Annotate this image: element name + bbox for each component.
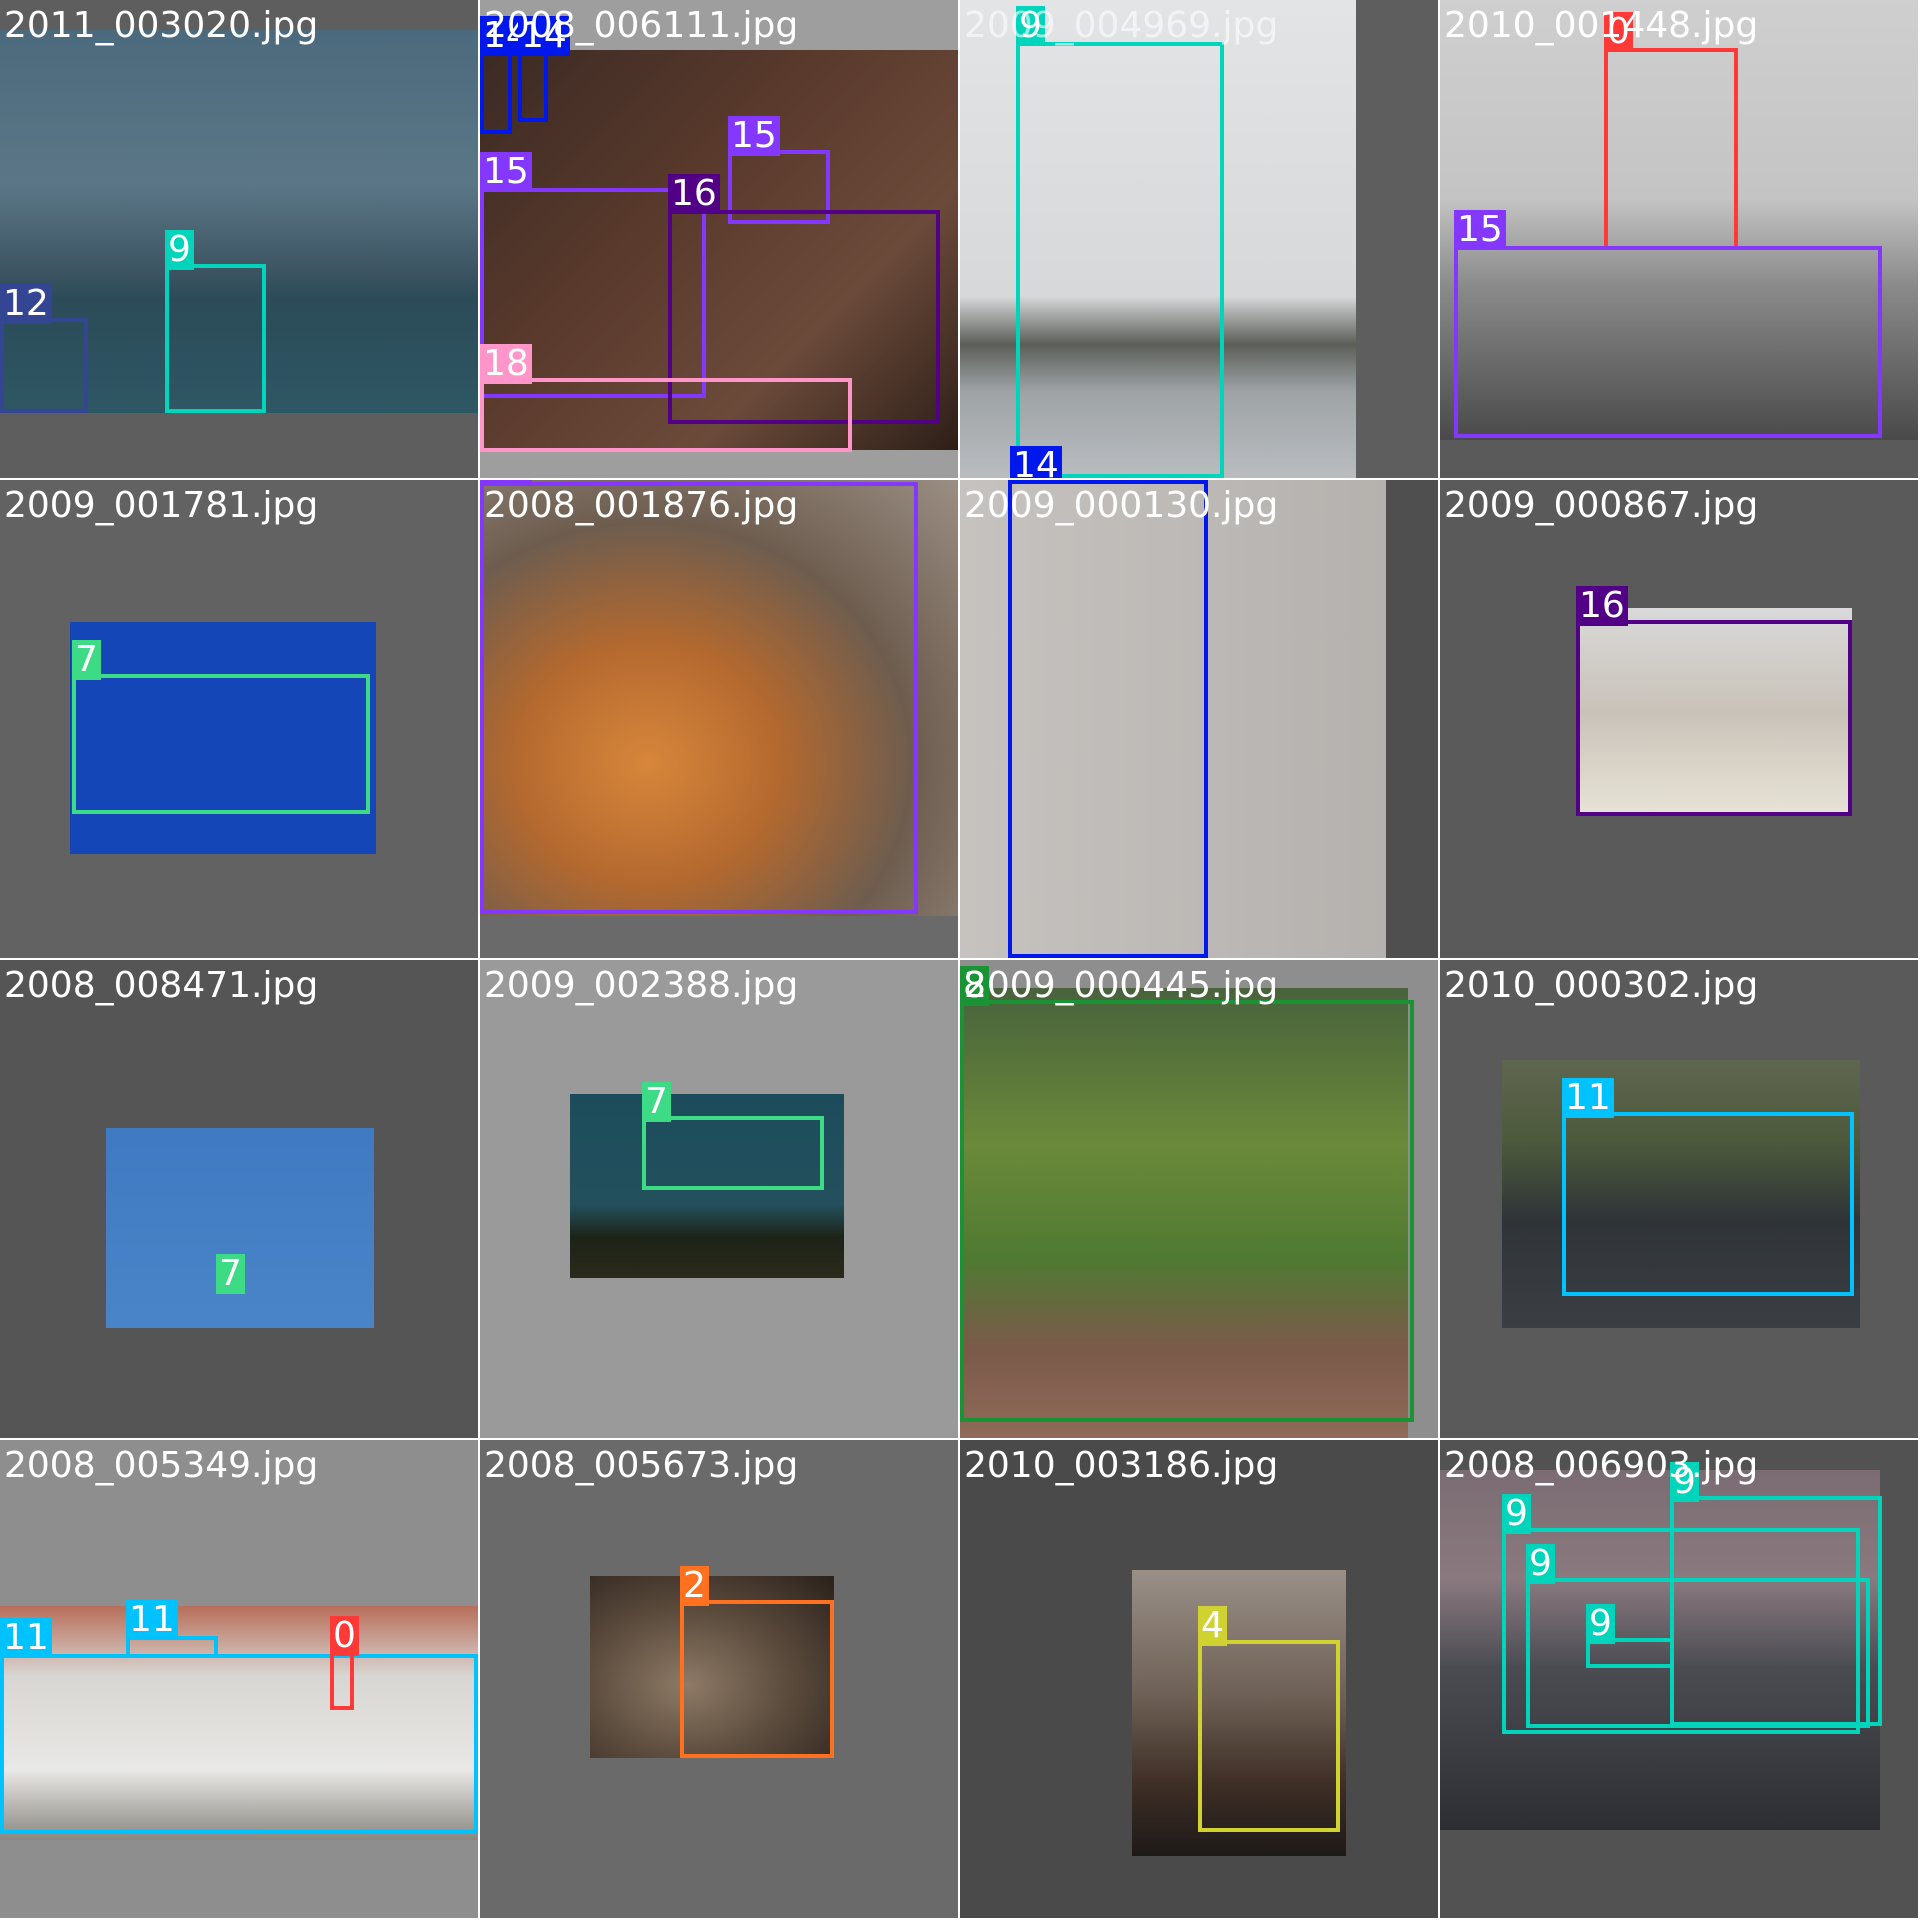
image-filename: 2008_006111.jpg	[484, 5, 799, 46]
bbox	[1198, 1640, 1340, 1832]
class-label: 9	[165, 230, 194, 270]
mosaic-tile: 2009_000130.jpg	[960, 480, 1438, 958]
class-label: 7	[642, 1082, 671, 1122]
bbox	[518, 52, 548, 122]
bbox	[0, 318, 88, 413]
mosaic-grid: 12 9 2011_003020.jpg 14 14 15 15 16 18 2…	[0, 0, 1920, 1920]
image-filename: 2009_004969.jpg	[964, 5, 1279, 46]
bbox	[1008, 480, 1208, 958]
class-label: 16	[668, 174, 720, 214]
bbox	[72, 674, 370, 814]
bbox	[1454, 246, 1882, 438]
mosaic-tile: 2 2008_005673.jpg	[480, 1440, 958, 1918]
photo-sky-small-plane	[106, 1128, 374, 1328]
image-filename: 2008_008471.jpg	[4, 965, 319, 1006]
class-label: 2	[680, 1566, 709, 1606]
bbox	[480, 482, 918, 914]
image-filename: 2008_005349.jpg	[4, 1445, 319, 1486]
class-label: 7	[72, 640, 101, 680]
bbox	[1526, 1578, 1870, 1728]
image-filename: 2009_000445.jpg	[964, 965, 1279, 1006]
class-label: 9	[1502, 1494, 1531, 1534]
class-label: 9	[1586, 1604, 1615, 1644]
image-filename: 2009_002388.jpg	[484, 965, 799, 1006]
mosaic-tile: 14 14 15 15 16 18 2008_006111.jpg	[480, 0, 958, 478]
class-label: 0	[330, 1616, 359, 1656]
class-label: 4	[1198, 1606, 1227, 1646]
mosaic-tile: 4 2010_003186.jpg	[960, 1440, 1438, 1918]
image-filename: 2009_000867.jpg	[1444, 485, 1759, 526]
bbox	[1562, 1112, 1854, 1296]
class-label: 15	[480, 152, 532, 192]
mosaic-tile: 11 11 0 2008_005349.jpg	[0, 1440, 478, 1918]
class-label: 15	[1454, 210, 1506, 250]
image-filename: 2009_001781.jpg	[4, 485, 319, 526]
mosaic-tile: 15 2008_001876.jpg	[480, 480, 958, 958]
bbox	[960, 1000, 1414, 1422]
class-label: 16	[1576, 586, 1628, 626]
class-label: 12	[0, 284, 52, 324]
mosaic-tile: 9 9 9 9 2008_006903.jpg	[1440, 1440, 1918, 1918]
bbox	[165, 264, 266, 413]
mosaic-tile: 0 15 2010_001448.jpg	[1440, 0, 1918, 478]
bbox	[0, 1654, 478, 1834]
class-label: 11	[0, 1618, 52, 1658]
mosaic-tile: 12 9 2011_003020.jpg	[0, 0, 478, 478]
bbox	[1604, 48, 1738, 250]
mosaic-tile: 9 14 2009_004969.jpg	[960, 0, 1438, 478]
class-label: 9	[1526, 1544, 1555, 1584]
mosaic-tile: 7 2009_001781.jpg	[0, 480, 478, 958]
mosaic-tile: 11 2010_000302.jpg	[1440, 960, 1918, 1438]
mosaic-tile: 7 2009_002388.jpg	[480, 960, 958, 1438]
bbox	[330, 1650, 354, 1710]
class-label: 15	[728, 116, 780, 156]
bbox	[680, 1600, 834, 1758]
class-label: 11	[1562, 1078, 1614, 1118]
bbox	[1576, 620, 1852, 816]
image-filename: 2008_006903.jpg	[1444, 1445, 1759, 1486]
bbox	[480, 52, 512, 134]
class-label: 18	[480, 344, 532, 384]
image-filename: 2008_001876.jpg	[484, 485, 799, 526]
image-filename: 2011_003020.jpg	[4, 5, 319, 46]
bbox	[642, 1116, 824, 1190]
mosaic-tile: 8 2009_000445.jpg	[960, 960, 1438, 1438]
image-filename: 2010_000302.jpg	[1444, 965, 1759, 1006]
image-filename: 2010_003186.jpg	[964, 1445, 1279, 1486]
bbox	[480, 378, 852, 452]
class-label: 14	[1010, 446, 1062, 478]
image-filename: 2008_005673.jpg	[484, 1445, 799, 1486]
image-filename: 2009_000130.jpg	[964, 485, 1279, 526]
mosaic-tile: 7 2008_008471.jpg	[0, 960, 478, 1438]
bbox	[1016, 42, 1224, 478]
image-filename: 2010_001448.jpg	[1444, 5, 1759, 46]
mosaic-tile: 16 2009_000867.jpg	[1440, 480, 1918, 958]
class-label: 11	[126, 1600, 178, 1640]
class-label: 7	[216, 1254, 245, 1294]
